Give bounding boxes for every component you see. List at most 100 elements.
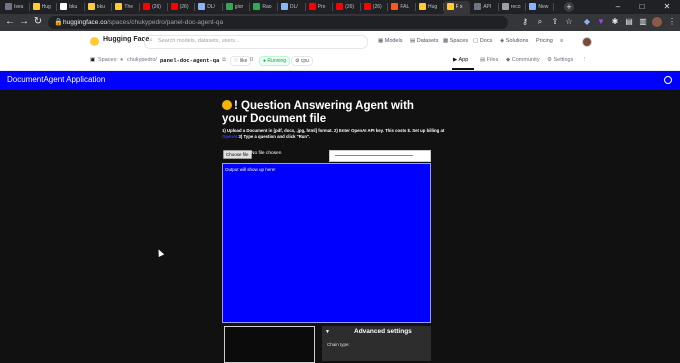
favicon-icon (115, 3, 123, 11)
browser-tab[interactable]: F x (443, 1, 471, 14)
tab-label: Pro (317, 4, 326, 10)
status-label: Running (267, 58, 287, 64)
hf-search-input[interactable]: ⌕ Search models, datasets, users... (144, 35, 368, 49)
owner-avatar-icon: ● (120, 57, 124, 63)
maximize-icon[interactable]: □ (630, 1, 654, 13)
close-window-icon[interactable]: ✕ (655, 1, 679, 13)
instructions: 1) Upload a Document in [pdf, docx, .jpg… (222, 128, 447, 140)
browser-tab[interactable]: FAL (388, 1, 415, 14)
favicon-icon (225, 3, 233, 11)
tab-app[interactable]: ▶ App (453, 57, 468, 63)
favicon-icon (446, 3, 454, 11)
back-icon[interactable]: ← (4, 16, 16, 28)
more-options-icon[interactable]: ⋮ (582, 57, 588, 63)
browser-tab[interactable]: Hug (416, 1, 443, 14)
tab-label: Rao (262, 4, 272, 10)
tab-label: App (458, 57, 469, 63)
browser-tab[interactable]: (26) (168, 1, 195, 14)
browser-tab[interactable]: DL/ (195, 1, 222, 14)
browser-tab[interactable]: glor (223, 1, 250, 14)
browser-tab[interactable]: API (471, 1, 498, 14)
browser-tab[interactable]: bku (85, 1, 112, 14)
browser-tab[interactable]: Hug (30, 1, 57, 14)
browser-tab[interactable]: Pro (306, 1, 333, 14)
browser-tab[interactable]: New (526, 1, 553, 14)
question-input-panel[interactable] (224, 326, 315, 363)
advanced-settings-panel[interactable]: ▼ Advanced settings Chain type: (322, 326, 431, 361)
browser-tab[interactable]: The (112, 1, 139, 14)
heading-text: ! Question Answering Agent with your Doc… (222, 100, 414, 125)
profile-avatar[interactable] (652, 17, 662, 27)
zoom-icon[interactable]: ⌕ (535, 17, 545, 27)
key-icon[interactable]: ⚷ (520, 17, 530, 27)
favicon-icon (170, 3, 178, 11)
nav-label: Docs (479, 38, 493, 44)
more-menu-icon[interactable]: ≡ (560, 38, 563, 44)
browser-tab[interactable]: (26) (140, 1, 167, 14)
nav-pricing[interactable]: Pricing (536, 38, 553, 44)
favicon-icon (419, 3, 426, 11)
tab-label: bku (69, 4, 78, 10)
copy-icon[interactable]: ⧉ (222, 57, 226, 64)
extension-icon[interactable]: ▼ (596, 17, 606, 27)
avatar[interactable] (582, 37, 592, 47)
tab-label: F x (455, 4, 463, 10)
browser-tab[interactable]: Iseu (2, 1, 29, 14)
browser-tab[interactable]: reco (499, 1, 526, 14)
hf-brand[interactable]: Hugging Face (103, 36, 149, 43)
browser-tab[interactable]: bku (57, 1, 84, 14)
nav-docs[interactable]: ▢ Docs (473, 38, 492, 44)
tab-community[interactable]: ◆ Community (506, 57, 540, 63)
advanced-settings-title: Advanced settings (354, 328, 412, 335)
space-name[interactable]: panel-doc-agent-qa (160, 57, 219, 64)
favicon-icon (391, 3, 399, 11)
hf-header: Hugging Face ⌕ Search models, datasets, … (0, 31, 680, 53)
menu-kebab-icon[interactable]: ⋮ (667, 17, 677, 27)
nav-spaces[interactable]: ▩ Spaces (443, 38, 468, 44)
tab-label: (26) (179, 4, 189, 10)
billing-link[interactable]: OpenAI (222, 134, 237, 139)
like-button[interactable]: ♡ like (230, 56, 252, 66)
nav-label: Models (384, 38, 403, 44)
extension-icon[interactable]: ◆ (582, 17, 592, 27)
new-tab-button[interactable]: + (564, 2, 574, 12)
tab-label: bku (96, 4, 105, 10)
hf-logo-icon[interactable] (90, 37, 99, 46)
extension-icon[interactable]: ▤ (624, 17, 634, 27)
forward-icon[interactable]: → (18, 16, 30, 28)
nav-datasets[interactable]: ▤ Datasets (410, 38, 438, 44)
file-status-label: No file chosen (251, 151, 282, 156)
sidepanel-icon[interactable]: ▥ (638, 17, 648, 27)
api-key-input[interactable] (329, 150, 431, 162)
collapse-triangle-icon[interactable]: ▼ (325, 329, 330, 335)
spaces-icon: ▣ (90, 57, 96, 63)
extensions-puzzle-icon[interactable]: ✱ (610, 17, 620, 27)
nav-models[interactable]: ▦ Models (378, 38, 402, 44)
browser-toolbar: ← → ↻ 🔒 huggingface.co/spaces/chukypedro… (0, 14, 680, 31)
nav-solutions[interactable]: ◈ Solutions (500, 38, 528, 44)
bookmark-star-icon[interactable]: ☆ (564, 17, 574, 27)
tab-files[interactable]: ▤ Files (480, 57, 498, 63)
tab-label: glor (234, 4, 244, 10)
tab-label: New (538, 4, 549, 10)
choose-file-button[interactable]: Choose file (223, 150, 252, 159)
spaces-crumb[interactable]: Spaces: (98, 57, 118, 63)
reload-icon[interactable]: ↻ (32, 16, 44, 28)
theme-toggle-icon[interactable] (664, 76, 672, 84)
address-bar[interactable]: 🔒 huggingface.co/spaces/chukypedro/panel… (48, 16, 508, 29)
like-count: 0 (250, 57, 254, 63)
tab-settings[interactable]: ⚙ Settings (547, 57, 573, 63)
nav-label: Datasets (416, 38, 439, 44)
space-owner[interactable]: chukypedro/ (127, 57, 157, 63)
browser-tab[interactable]: (26) (333, 1, 360, 14)
browser-tab[interactable]: DL/ (278, 1, 305, 14)
share-icon[interactable]: ⇪ (550, 17, 560, 27)
output-pane: Output will show up here! (222, 163, 431, 323)
browser-tab[interactable]: (26) (361, 1, 388, 14)
browser-tab[interactable]: Rao (250, 1, 277, 14)
instructions-tail: 3) Type a question and click "Run". (238, 134, 311, 139)
minimize-icon[interactable]: – (606, 1, 630, 13)
lock-icon: 🔒 (54, 19, 63, 26)
favicon-icon (60, 3, 68, 11)
search-placeholder: Search models, datasets, users... (158, 38, 240, 44)
